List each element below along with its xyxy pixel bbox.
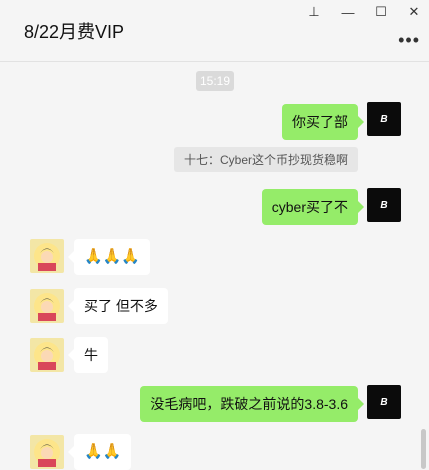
message-bubble-self[interactable]: 你买了部 [282,104,364,140]
message-bubble-other[interactable]: 🙏🙏🙏 [67,239,151,275]
message-list[interactable]: 15:19 你买了部 B 十七：Cyber这个币抄现货稳啊 cyber买了不 B… [0,62,429,470]
message-bubble-self[interactable]: 没毛病吧，跌破之前说的3.8-3.6 [140,386,364,422]
avatar[interactable]: B [367,102,401,136]
avatar-portrait [30,338,64,372]
message-bubble-other[interactable]: 买了 但不多 [68,288,168,324]
scrollbar[interactable] [421,429,426,469]
avatar-logo: B [380,199,388,211]
avatar-portrait [30,239,64,273]
close-icon[interactable]: ✕ [403,2,425,22]
avatar-logo: B [380,113,388,125]
more-options-icon[interactable]: ••• [398,30,420,51]
maximize-icon[interactable]: ☐ [370,2,392,22]
pin-icon[interactable]: ⊥ [303,2,325,22]
message-bubble-self[interactable]: cyber买了不 [261,189,365,225]
chat-title: 8/22月费VIP [24,22,125,42]
avatar[interactable] [30,239,64,273]
avatar-portrait [30,289,64,323]
message-bubble-other[interactable]: 牛 [68,337,108,373]
avatar-portrait [30,435,64,469]
minimize-icon[interactable]: — [337,2,359,22]
avatar[interactable] [30,289,64,323]
avatar[interactable]: B [367,188,401,222]
chat-header: 8/22月费VIP ⊥ — ☐ ✕ ••• [0,0,429,62]
avatar[interactable] [30,338,64,372]
quoted-message[interactable]: 十七：Cyber这个币抄现货稳啊 [173,147,358,172]
avatar[interactable] [30,435,64,469]
avatar-logo: B [380,396,388,408]
timestamp: 15:19 [196,71,234,91]
avatar[interactable]: B [367,385,401,419]
message-bubble-other[interactable]: 🙏🙏 [67,434,132,470]
